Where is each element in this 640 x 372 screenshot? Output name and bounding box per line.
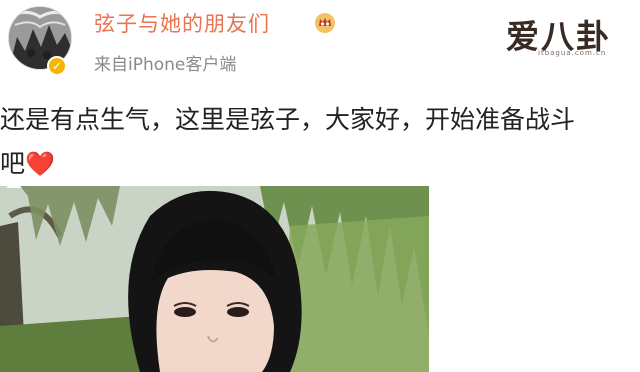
post-source: 来自iPhone客户端 [94,55,237,75]
photo-image [0,186,429,372]
post-line-1: 还是有点生气，这里是弦子，大家好，开始准备战斗 [0,105,576,134]
post-line-2-text: 吧 [0,149,26,178]
post-body: 还是有点生气，这里是弦子，大家好，开始准备战斗 吧❤️ [0,98,640,186]
post-line-2: 吧❤️ [0,142,640,186]
heart-icon: ❤️ [25,150,55,178]
bubble-tip [6,180,22,188]
site-watermark-logo: 爱八卦 itbagua.com.cn [506,10,632,62]
post-photo[interactable] [0,186,429,372]
watermark-url: itbagua.com.cn [538,49,607,57]
username-link[interactable]: 弦子与她的朋友们 [94,8,270,38]
vip-crown-icon [315,13,335,33]
verified-badge-icon: ✓ [47,56,67,76]
